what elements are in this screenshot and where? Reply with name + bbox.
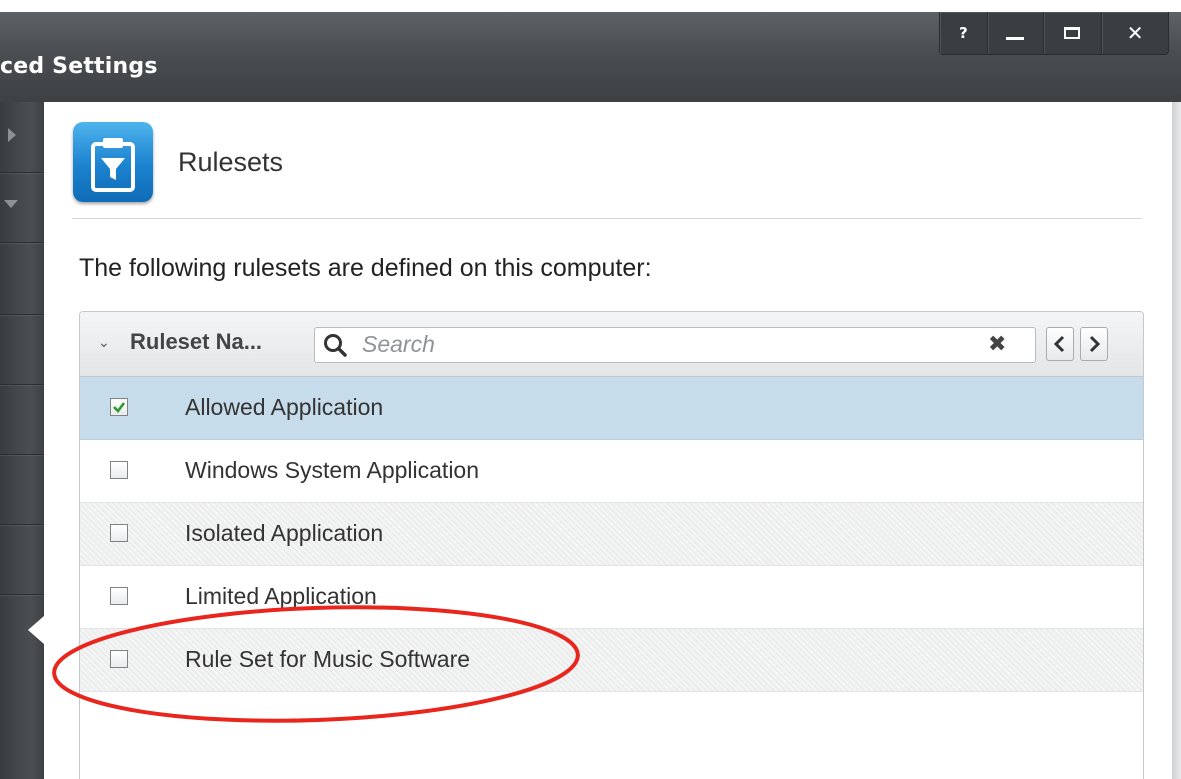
chevron-right-icon <box>1089 335 1101 353</box>
row-checkbox[interactable] <box>110 524 128 542</box>
sidebar-divider <box>0 314 44 315</box>
sidebar-expand-icon[interactable] <box>8 128 16 142</box>
table-row[interactable]: Isolated Application <box>80 503 1143 566</box>
sidebar-divider <box>0 172 44 173</box>
chevron-down-icon[interactable]: ⌄ <box>98 334 110 351</box>
window-title: ced Settings <box>0 54 158 79</box>
chevron-left-icon <box>1053 335 1065 353</box>
row-label: Limited Application <box>185 583 377 609</box>
checkmark-icon <box>113 402 126 413</box>
close-icon: ✕ <box>1126 21 1144 45</box>
table-row[interactable]: Windows System Application <box>80 440 1143 503</box>
window-controls: ? ✕ <box>939 12 1169 55</box>
sidebar-divider <box>0 524 44 525</box>
row-checkbox[interactable] <box>110 398 128 416</box>
search-icon <box>323 333 349 364</box>
sidebar-collapse-icon[interactable] <box>4 200 18 208</box>
row-label: Isolated Application <box>185 520 384 546</box>
row-checkbox[interactable] <box>110 650 128 668</box>
help-button[interactable]: ? <box>940 12 988 54</box>
help-icon: ? <box>959 24 968 42</box>
row-label: Allowed Application <box>185 394 384 420</box>
row-label: Windows System Application <box>185 457 480 483</box>
sidebar-divider <box>0 242 44 243</box>
page-title: Rulesets <box>178 147 284 177</box>
minimize-button[interactable] <box>988 12 1044 54</box>
sidebar-divider <box>0 594 44 595</box>
sidebar-divider <box>0 384 44 385</box>
maximize-icon <box>1064 27 1081 39</box>
clipboard-filter-icon <box>73 122 153 202</box>
header-divider <box>72 218 1142 219</box>
table-row[interactable]: Allowed Application <box>80 377 1143 440</box>
section-description: The following rulesets are defined on th… <box>79 254 652 282</box>
rulesets-table: ⌄ Ruleset Na... Search ✖ Allowed Applica… <box>79 311 1144 779</box>
search-field[interactable]: Search <box>314 327 1036 363</box>
table-header: ⌄ Ruleset Na... Search ✖ <box>80 312 1143 377</box>
close-button[interactable]: ✕ <box>1102 12 1168 54</box>
column-header-ruleset-name[interactable]: Ruleset Na... <box>130 329 262 355</box>
row-checkbox[interactable] <box>110 461 128 479</box>
panel-edge <box>1172 102 1181 779</box>
clear-icon[interactable]: ✖ <box>988 332 1006 357</box>
row-checkbox[interactable] <box>110 587 128 605</box>
search-input[interactable]: Search <box>362 331 435 358</box>
next-button[interactable] <box>1080 327 1108 361</box>
minimize-icon <box>1006 36 1025 40</box>
table-row[interactable]: Rule Set for Music Software <box>80 629 1143 692</box>
previous-button[interactable] <box>1046 327 1074 361</box>
sidebar-divider <box>0 454 44 455</box>
maximize-button[interactable] <box>1044 12 1103 54</box>
active-section-pointer <box>28 616 44 644</box>
advanced-settings-window: ced Settings ? ✕ Rulesets The following … <box>0 0 1181 779</box>
table-row[interactable]: Limited Application <box>80 566 1143 629</box>
row-label: Rule Set for Music Software <box>185 646 471 672</box>
